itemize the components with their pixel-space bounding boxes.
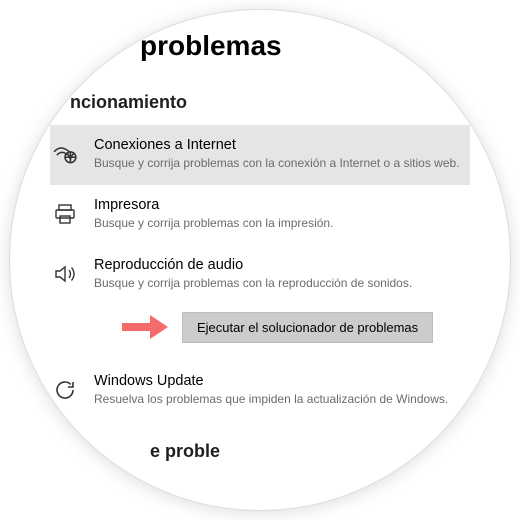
item-desc: Busque y corrija problemas con la conexi… <box>94 155 462 171</box>
partial-heading: e proble <box>150 441 470 462</box>
refresh-icon <box>50 375 80 405</box>
item-title: Windows Update <box>94 373 462 389</box>
item-desc: Busque y corrija problemas con la impres… <box>94 215 462 231</box>
item-title: Impresora <box>94 197 462 213</box>
arrow-annotation-icon <box>120 313 170 341</box>
page-title: problemas <box>140 30 470 62</box>
item-desc: Busque y corrija problemas con la reprod… <box>94 275 462 291</box>
wifi-globe-icon <box>50 139 80 169</box>
printer-icon <box>50 199 80 229</box>
troubleshooter-item-audio[interactable]: Reproducción de audio Busque y corrija p… <box>50 245 470 305</box>
item-title: Reproducción de audio <box>94 257 462 273</box>
item-desc: Resuelva los problemas que impiden la ac… <box>94 391 462 407</box>
troubleshooter-item-internet[interactable]: Conexiones a Internet Busque y corrija p… <box>50 125 470 185</box>
item-title: Conexiones a Internet <box>94 137 462 153</box>
troubleshooter-item-windows-update[interactable]: Windows Update Resuelva los problemas qu… <box>50 361 470 421</box>
section-heading: ncionamiento <box>70 92 470 113</box>
speaker-icon <box>50 259 80 289</box>
run-troubleshooter-button[interactable]: Ejecutar el solucionador de problemas <box>182 312 433 343</box>
troubleshooter-item-printer[interactable]: Impresora Busque y corrija problemas con… <box>50 185 470 245</box>
